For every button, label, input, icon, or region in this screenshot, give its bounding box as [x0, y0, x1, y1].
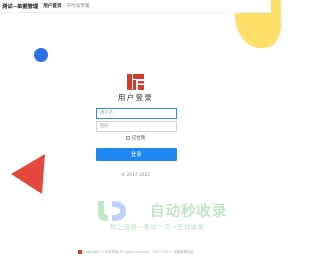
username-input[interactable] — [96, 108, 177, 119]
login-title: 用户登录 — [117, 93, 154, 102]
copyright-text: © 2017-2022 — [120, 173, 151, 178]
remember-me-label[interactable]: 记住我 — [132, 135, 146, 141]
watermark-title: 自动秒收录 — [150, 204, 228, 220]
login-button[interactable]: 登录 — [96, 148, 177, 161]
app-brand[interactable]: 测试--单据管理 — [2, 2, 38, 10]
watermark: 自动秒收录 数上链接→来访一次→自动收录 — [88, 197, 258, 239]
footer: Copyright © 测试单据 All rights reserved · 2… — [0, 249, 271, 254]
decor-blue-dot — [34, 48, 48, 62]
footer-text: Copyright © 测试单据 All rights reserved · 2… — [83, 250, 194, 254]
app-logo-icon — [127, 74, 144, 90]
watermark-subtitle: 数上链接→来访一次→自动收录 — [110, 224, 205, 231]
watermark-logo-icon — [98, 201, 126, 221]
nav-link-home[interactable]: 用户首页 — [43, 3, 61, 9]
remember-me-row: 记住我 — [0, 135, 271, 141]
top-nav-bar: 测试--单据管理 用户首页 平时高赞暖 — [0, 0, 271, 13]
remember-me-checkbox[interactable] — [125, 136, 130, 140]
password-input[interactable] — [96, 121, 177, 132]
nav-link-secondary[interactable]: 平时高赞暖 — [67, 3, 90, 9]
footer-badge-icon — [77, 250, 82, 254]
